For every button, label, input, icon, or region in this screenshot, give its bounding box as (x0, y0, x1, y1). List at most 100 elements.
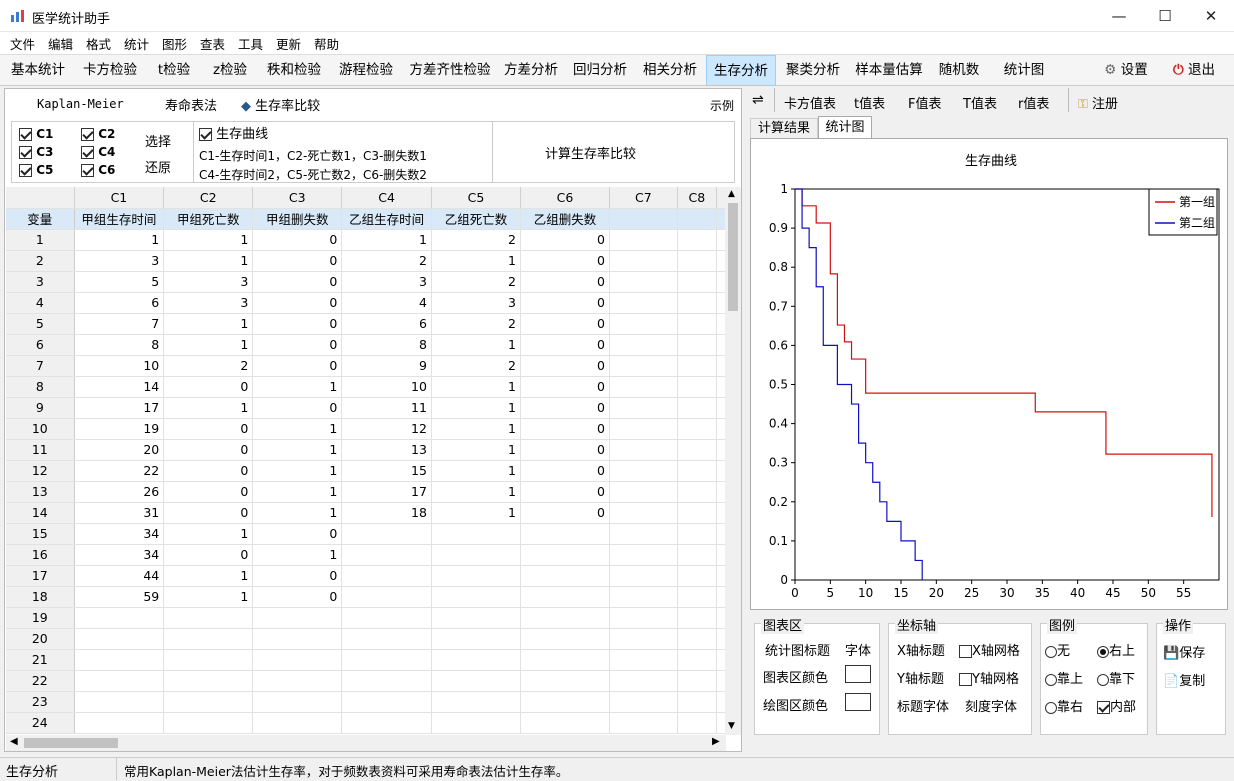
data-cell[interactable] (520, 712, 610, 734)
data-cell[interactable] (677, 523, 718, 545)
data-cell[interactable]: 34 (74, 523, 165, 545)
variable-name-cell[interactable]: 乙组生存时间 (341, 208, 432, 230)
data-cell[interactable] (431, 649, 521, 671)
maximize-button[interactable]: ☐ (1142, 0, 1188, 32)
data-cell[interactable]: 0 (252, 523, 343, 545)
data-cell[interactable] (609, 250, 678, 272)
data-cell[interactable]: 0 (252, 271, 343, 293)
data-cell[interactable] (341, 649, 432, 671)
data-cell[interactable]: 0 (520, 460, 610, 482)
data-cell[interactable]: 12 (341, 418, 432, 440)
data-cell[interactable]: 0 (520, 292, 610, 314)
tab-stat-chart-result[interactable]: 统计图 (818, 116, 872, 139)
data-cell[interactable]: 0 (520, 481, 610, 503)
row-number[interactable]: 4 (6, 292, 75, 314)
data-cell[interactable] (609, 712, 678, 734)
tab-sample-size[interactable]: 样本量估算 (849, 55, 929, 86)
data-cell[interactable] (252, 712, 343, 734)
data-cell[interactable]: 1 (163, 586, 254, 608)
data-cell[interactable] (677, 376, 718, 398)
data-cell[interactable]: 1 (431, 502, 521, 524)
data-cell[interactable] (74, 691, 165, 713)
data-cell[interactable] (609, 397, 678, 419)
horizontal-scrollbar[interactable]: ◀ ▶ (6, 735, 726, 751)
data-cell[interactable] (341, 691, 432, 713)
data-cell[interactable]: 0 (520, 502, 610, 524)
legend-top-radio[interactable]: 靠上 (1045, 668, 1083, 687)
data-cell[interactable] (74, 712, 165, 734)
data-cell[interactable]: 1 (163, 229, 254, 251)
tab-t-test[interactable]: t检验 (148, 55, 200, 86)
title-font-button[interactable]: 标题字体 (897, 696, 949, 715)
data-cell[interactable] (431, 523, 521, 545)
data-cell[interactable] (677, 439, 718, 461)
data-cell[interactable] (163, 670, 254, 692)
tab-z-test[interactable]: z检验 (204, 55, 256, 86)
data-cell[interactable] (609, 376, 678, 398)
data-cell[interactable] (609, 544, 678, 566)
data-cell[interactable] (677, 292, 718, 314)
data-cell[interactable]: 44 (74, 565, 165, 587)
close-button[interactable]: ✕ (1188, 0, 1234, 32)
register-button[interactable]: ⚿ 注册 (1078, 93, 1118, 112)
row-number[interactable]: 23 (6, 691, 75, 713)
legend-none-radio[interactable]: 无 (1045, 640, 1070, 659)
data-cell[interactable]: 0 (252, 586, 343, 608)
scroll-right-icon[interactable]: ▶ (712, 736, 720, 747)
row-number[interactable]: 20 (6, 628, 75, 650)
row-number[interactable]: 10 (6, 418, 75, 440)
data-cell[interactable] (677, 607, 718, 629)
tab-random[interactable]: 随机数 (932, 55, 986, 86)
data-cell[interactable]: 2 (431, 229, 521, 251)
data-cell[interactable] (341, 523, 432, 545)
data-cell[interactable]: 20 (74, 439, 165, 461)
data-cell[interactable]: 6 (74, 292, 165, 314)
data-cell[interactable]: 0 (520, 355, 610, 377)
data-cell[interactable]: 22 (74, 460, 165, 482)
survival-compare-option[interactable]: ◆ 生存率比较 (241, 95, 320, 114)
data-cell[interactable] (609, 271, 678, 293)
variable-name-cell[interactable] (609, 208, 678, 230)
row-number[interactable]: 14 (6, 502, 75, 524)
data-cell[interactable]: 0 (252, 334, 343, 356)
restore-button[interactable]: 还原 (145, 157, 171, 176)
menu-update[interactable]: 更新 (276, 34, 301, 53)
data-cell[interactable]: 0 (252, 355, 343, 377)
data-cell[interactable]: 1 (163, 313, 254, 335)
column-header-c7[interactable]: C7 (609, 187, 678, 209)
data-cell[interactable] (341, 670, 432, 692)
minimize-button[interactable]: — (1096, 0, 1142, 32)
data-cell[interactable] (677, 691, 718, 713)
data-cell[interactable]: 1 (431, 418, 521, 440)
settings-button[interactable]: ⚙ 设置 (1096, 55, 1156, 86)
data-cell[interactable] (609, 460, 678, 482)
legend-inside-checkbox[interactable]: 内部 (1097, 696, 1136, 715)
data-cell[interactable]: 17 (74, 397, 165, 419)
data-cell[interactable]: 1 (252, 439, 343, 461)
data-cell[interactable] (74, 649, 165, 671)
data-cell[interactable] (252, 628, 343, 650)
t-table-button[interactable]: t值表 (854, 93, 885, 112)
data-cell[interactable]: 1 (163, 334, 254, 356)
tab-variance-homogeneity[interactable]: 方差齐性检验 (402, 55, 498, 86)
data-cell[interactable]: 3 (431, 292, 521, 314)
row-number[interactable]: 18 (6, 586, 75, 608)
data-cell[interactable]: 0 (163, 481, 254, 503)
survival-curve-checkbox[interactable]: 生存曲线 (199, 123, 268, 142)
data-cell[interactable]: 13 (341, 439, 432, 461)
r-table-button[interactable]: r值表 (1018, 93, 1049, 112)
data-cell[interactable] (677, 670, 718, 692)
row-number[interactable]: 8 (6, 376, 75, 398)
data-cell[interactable] (677, 334, 718, 356)
data-cell[interactable]: 1 (431, 334, 521, 356)
legend-right-radio[interactable]: 靠右 (1045, 696, 1083, 715)
y-grid-checkbox[interactable]: Y轴网格 (959, 668, 1019, 687)
column-header-c3[interactable]: C3 (252, 187, 343, 209)
row-number[interactable]: 12 (6, 460, 75, 482)
data-cell[interactable]: 17 (341, 481, 432, 503)
data-cell[interactable] (677, 502, 718, 524)
data-cell[interactable] (677, 649, 718, 671)
x-grid-checkbox[interactable]: X轴网格 (959, 640, 1020, 659)
data-cell[interactable]: 1 (431, 460, 521, 482)
data-cell[interactable] (609, 586, 678, 608)
